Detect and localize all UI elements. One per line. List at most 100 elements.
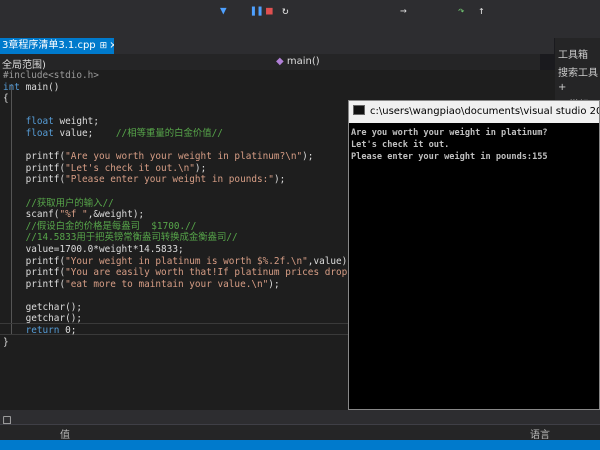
toolbox-label[interactable]: 工具箱 [558,46,588,61]
code-line[interactable]: return 0; [0,325,381,337]
code-token: ); [302,151,314,163]
code-token: //假设白金的价格是每盎司 $1700.// [25,220,197,232]
code-token: //相等重量的白金价值// [115,127,223,139]
language-column-header: 语言 [530,430,550,441]
code-token: value; [53,127,116,139]
code-line[interactable]: { [0,93,381,105]
tab-strip [114,38,554,54]
code-token: //14.5833用于把英镑常衡盎司转换成金衡盎司// [25,232,238,244]
console-line: Please enter your weight in pounds:155 [351,152,548,162]
scope-dropdown[interactable]: 全局范围) [2,56,46,71]
console-output: Are you worth your weight in platinum? Le… [351,127,548,163]
code-token: ,value); [307,255,353,267]
code-line[interactable]: printf("Let's check it out.\n"); [0,163,381,175]
navigation-bar: 全局范围) ◆ main() [0,54,540,71]
function-label: main() [286,56,320,67]
pin-icon[interactable]: ⊞ [100,41,108,51]
function-dropdown[interactable]: ◆ main() [276,56,320,67]
code-token: printf( [3,174,66,186]
code-token: "eat more to maintain your value.\n" [65,278,269,290]
code-token: value=1700.0*weight*14.5833; [3,243,184,255]
code-token: getchar(); [3,313,83,325]
console-window[interactable]: c:\users\wangpiao\documents\visual studi… [348,100,600,410]
console-icon [353,105,365,115]
code-token: printf( [3,255,66,267]
code-token: printf( [3,162,66,174]
code-line[interactable]: float weight; [0,116,381,128]
add-icon[interactable]: + [558,82,566,93]
code-token: scanf( [3,209,60,221]
code-token: printf( [3,151,66,163]
step-out-icon[interactable]: ↑ [478,4,485,17]
code-token: "You are easily worth that!If platinum p… [65,267,370,279]
code-token: main() [25,81,60,93]
console-line: Are you worth your weight in platinum? [351,128,548,138]
code-token: printf( [3,278,66,290]
code-token: ); [268,278,280,290]
restart-icon[interactable]: ↻ [282,4,289,17]
code-line[interactable] [0,140,381,152]
search-tools-label[interactable]: 搜索工具 [558,64,598,79]
step-over-icon[interactable]: ↷ [458,4,465,17]
toolbar: ▼ ❚❚ ■ ↻ → ↷ ↑ [0,0,600,38]
code-token: ); [194,162,207,174]
code-token: return [25,325,60,337]
code-token: "Let's check it out.\n" [65,162,195,174]
code-line[interactable]: getchar(); [0,313,381,325]
code-token: int [3,81,26,93]
code-token: //获取用户的输入// [25,197,114,209]
code-line[interactable]: } [0,337,381,349]
status-bar [0,440,600,450]
code-token: } [3,336,9,348]
console-line: Let's check it out. [351,140,450,150]
code-line[interactable]: value=1700.0*weight*14.5833; [0,244,381,256]
console-title-bar[interactable]: c:\users\wangpiao\documents\visual studi… [349,101,599,123]
editor-tab[interactable]: 3章程序清单3.1.cpp ⊞ × [0,38,114,54]
code-line[interactable]: //14.5833用于把英镑常衡盎司转换成金衡盎司// [0,232,381,244]
code-line[interactable]: scanf("%f ",&weight); [0,209,381,221]
code-line[interactable]: float value; //相等重量的白金价值// [0,128,381,140]
tab-title: 3章程序清单3.1.cpp [2,40,96,51]
pause-icon[interactable]: ❚❚ [250,4,263,17]
dropdown-arrow-icon[interactable]: ▼ [220,4,227,17]
value-column-header: 值 [60,430,70,441]
code-line[interactable]: printf("eat more to maintain your value.… [0,279,381,291]
code-line[interactable]: getchar(); [0,302,381,314]
code-line[interactable] [0,105,381,117]
code-line[interactable]: printf("Are you worth your weight in pla… [0,151,381,163]
code-token: ); [273,174,286,186]
code-line[interactable]: printf("Please enter your weight in poun… [0,174,381,186]
code-token: getchar(); [3,301,83,313]
code-line[interactable]: //假设白金的价格是每盎司 $1700.// [0,221,381,233]
code-line[interactable] [0,290,381,302]
code-token: "Are you worth your weight in platinum?\… [65,151,303,163]
function-icon: ◆ [276,56,287,67]
code-token: "Please enter your weight in pounds:" [65,174,274,186]
code-line[interactable] [0,186,381,198]
code-token: float [25,127,54,139]
code-token: weight; [53,116,99,128]
code-line[interactable]: #include<stdio.h> [0,70,381,82]
code-line[interactable]: int main() [0,82,381,94]
code-token: 0; [59,325,77,337]
code-token: "Your weight in platinum is worth $%.2f.… [65,255,308,267]
bottom-panel: 口 值 语言 [0,410,600,450]
code-line[interactable]: printf("You are easily worth that!If pla… [0,267,382,279]
code-line[interactable]: //获取用户的输入// [0,198,381,210]
stop-icon[interactable]: ■ [266,4,273,17]
watch-panel [0,424,600,441]
code-token: "%f " [59,209,88,221]
code-text[interactable]: #include<stdio.h> int main(){ float weigh… [0,70,381,348]
show-next-statement-icon[interactable]: → [400,4,407,17]
code-token: printf( [3,267,66,279]
code-line[interactable]: printf("Your weight in platinum is worth… [0,256,381,268]
console-title: c:\users\wangpiao\documents\visual studi… [370,106,599,117]
code-token: ,&weight); [87,209,145,221]
code-token: #include<stdio.h> [3,70,99,81]
